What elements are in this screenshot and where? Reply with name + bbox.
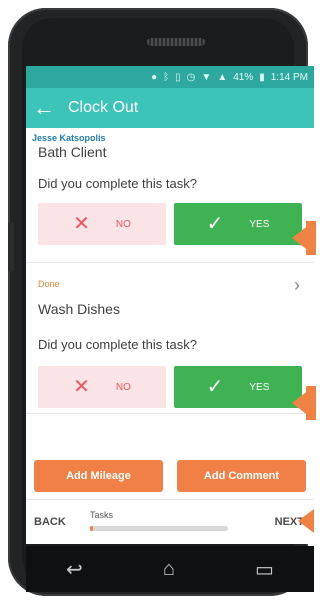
back-nav-icon[interactable]: ↩ [66,557,83,582]
arrow-left-icon[interactable]: ← [26,88,62,128]
footer-navigation: BACK Tasks NEXT [26,499,314,544]
yes-label: YES [249,218,270,230]
no-label: NO [115,218,131,230]
task-question: Did you complete this task? [38,337,197,352]
yes-button[interactable]: ✓ YES [174,366,302,408]
yes-button[interactable]: ✓ YES [174,203,302,245]
progress-fill [90,526,93,531]
add-comment-button[interactable]: Add Comment [177,460,306,492]
progress-track [90,526,228,531]
bottom-actions: Add Mileage Add Comment [26,460,314,492]
clock-time: 1:14 PM [270,71,308,83]
home-nav-icon[interactable]: ⌂ [163,558,175,581]
android-nav-bar: ↩ ⌂ ▭ [26,546,314,592]
battery-icon: ▮ [259,71,265,83]
vibrate-icon: ▯ [175,71,181,83]
task-card: Bath Client Did you complete this task? … [26,144,314,263]
callout-arrow-icon [306,221,316,255]
speaker-grille [147,38,205,46]
callout-arrow-icon [298,509,314,533]
signal-icon: ▲ [217,71,228,83]
yes-label: YES [249,381,270,393]
side-button-left [8,222,14,272]
bluetooth-icon: ᛒ [163,71,170,83]
choice-row: ✕ NO ✓ YES [38,203,302,245]
add-mileage-button[interactable]: Add Mileage [34,460,163,492]
check-icon: ✓ [206,376,224,398]
task-name: Bath Client [38,144,107,160]
callout-arrow-icon [306,386,316,420]
status-bar: ● ᛒ ▯ ◷ ▼ ▲ 41% ▮ 1:14 PM [26,66,314,88]
wifi-icon: ▼ [201,71,212,83]
task-status: Done [38,279,60,289]
battery-percentage: 41% [233,71,254,83]
no-button[interactable]: ✕ NO [38,203,166,245]
no-button[interactable]: ✕ NO [38,366,166,408]
back-button[interactable]: BACK [26,516,90,528]
x-icon: ✕ [73,376,90,398]
check-icon: ✓ [206,213,224,235]
page-title: Clock Out [68,99,139,116]
recents-nav-icon[interactable]: ▭ [255,557,274,582]
task-question: Did you complete this task? [38,176,197,191]
app-screen: ● ᛒ ▯ ◷ ▼ ▲ 41% ▮ 1:14 PM ← Clock Out Je… [26,66,314,544]
x-icon: ✕ [73,213,90,235]
app-bar: ← Clock Out [26,88,314,128]
no-label: NO [115,381,131,393]
progress-label: Tasks [90,510,114,520]
location-icon: ● [151,71,158,83]
chevron-right-icon[interactable]: › [294,275,300,296]
tasks-progress: Tasks [90,510,248,534]
task-card: Done › Wash Dishes Did you complete this… [26,263,314,414]
task-name: Wash Dishes [38,301,120,317]
alarm-icon: ◷ [186,71,196,83]
task-list: Bath Client Did you complete this task? … [26,144,314,544]
choice-row: ✕ NO ✓ YES [38,366,302,408]
